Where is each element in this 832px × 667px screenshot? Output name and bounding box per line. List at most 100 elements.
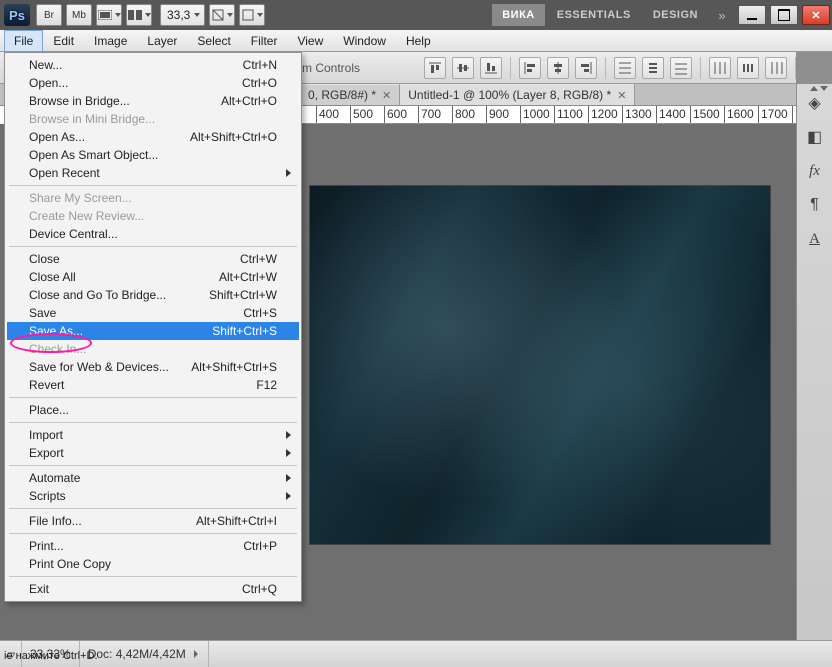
ruler-tick: 800 — [452, 106, 475, 124]
layers-panel-icon[interactable]: ◈ — [802, 90, 828, 116]
menu-item-check-in: Check In... — [7, 340, 299, 358]
menu-item-place[interactable]: Place... — [7, 401, 299, 419]
submenu-arrow-icon — [286, 449, 291, 457]
menu-bar: File Edit Image Layer Select Filter View… — [0, 30, 832, 52]
align-vcenter-icon[interactable] — [452, 57, 474, 79]
menu-item-close-all[interactable]: Close AllAlt+Ctrl+W — [7, 268, 299, 286]
align-left-icon[interactable] — [519, 57, 541, 79]
menu-item-new[interactable]: New...Ctrl+N — [7, 56, 299, 74]
minimize-button[interactable] — [738, 5, 766, 25]
distribute-right-icon[interactable] — [765, 57, 787, 79]
submenu-arrow-icon — [286, 492, 291, 500]
menu-item-print[interactable]: Print...Ctrl+P — [7, 537, 299, 555]
document-tab-1[interactable]: 0, RGB/8#) * ✕ — [300, 84, 400, 105]
distribute-hcenter-icon[interactable] — [737, 57, 759, 79]
menu-item-open-as-smart[interactable]: Open As Smart Object... — [7, 146, 299, 164]
menu-item-file-info[interactable]: File Info...Alt+Shift+Ctrl+I — [7, 512, 299, 530]
distribute-top-icon[interactable] — [614, 57, 636, 79]
menu-item-open[interactable]: Open...Ctrl+O — [7, 74, 299, 92]
menu-help[interactable]: Help — [396, 30, 441, 51]
menu-item-exit[interactable]: ExitCtrl+Q — [7, 580, 299, 598]
workspace-active[interactable]: ВИКА — [492, 4, 545, 26]
maximize-button[interactable] — [770, 5, 798, 25]
bridge-button[interactable]: Br — [36, 4, 62, 26]
menu-item-revert[interactable]: RevertF12 — [7, 376, 299, 394]
more-workspaces-icon[interactable]: » — [710, 8, 734, 23]
menu-item-import[interactable]: Import — [7, 426, 299, 444]
ruler-tick: 1000 — [520, 106, 550, 124]
distribute-vcenter-icon[interactable] — [642, 57, 664, 79]
arrange-docs-button[interactable] — [126, 4, 152, 26]
menu-window[interactable]: Window — [333, 30, 396, 51]
align-hcenter-icon[interactable] — [547, 57, 569, 79]
ruler-tick: 1700 — [758, 106, 788, 124]
document-tab-2[interactable]: Untitled-1 @ 100% (Layer 8, RGB/8) * ✕ — [400, 84, 635, 105]
dock-header — [796, 52, 832, 84]
menu-filter[interactable]: Filter — [241, 30, 288, 51]
ruler-tick: 1600 — [724, 106, 754, 124]
menu-item-save[interactable]: SaveCtrl+S — [7, 304, 299, 322]
menu-item-close-goto-bridge[interactable]: Close and Go To Bridge...Shift+Ctrl+W — [7, 286, 299, 304]
align-top-icon[interactable] — [424, 57, 446, 79]
menu-item-device-central[interactable]: Device Central... — [7, 225, 299, 243]
minibridge-button[interactable]: Mb — [66, 4, 92, 26]
paragraph-panel-icon[interactable]: ¶ — [802, 192, 828, 218]
menu-item-share-screen: Share My Screen... — [7, 189, 299, 207]
ruler-tick: 600 — [384, 106, 407, 124]
menu-item-export[interactable]: Export — [7, 444, 299, 462]
menu-select[interactable]: Select — [187, 30, 240, 51]
workspace-design[interactable]: DESIGN — [643, 4, 708, 26]
ruler-tick: 1500 — [690, 106, 720, 124]
ruler-tick: 500 — [350, 106, 373, 124]
status-doc-size[interactable]: Doc: 4,42M/4,42M — [80, 641, 209, 667]
file-menu-dropdown: New...Ctrl+N Open...Ctrl+O Browse in Bri… — [4, 52, 302, 602]
menu-item-scripts[interactable]: Scripts — [7, 487, 299, 505]
screen-mode-button[interactable] — [96, 4, 122, 26]
adjustments-panel-icon[interactable]: ◧ — [802, 124, 828, 150]
document-tab-2-label: Untitled-1 @ 100% (Layer 8, RGB/8) * — [408, 88, 611, 102]
styles-panel-icon[interactable]: fx — [802, 158, 828, 184]
zoom-dropdown[interactable]: 33,3 — [160, 4, 205, 26]
menu-item-save-as[interactable]: Save As...Shift+Ctrl+S — [7, 322, 299, 340]
close-window-button[interactable]: ✕ — [802, 5, 830, 25]
submenu-arrow-icon — [286, 474, 291, 482]
menu-item-print-one[interactable]: Print One Copy — [7, 555, 299, 573]
menu-item-automate[interactable]: Automate — [7, 469, 299, 487]
menu-item-browse-minibridge: Browse in Mini Bridge... — [7, 110, 299, 128]
ruler-tick: 1400 — [656, 106, 686, 124]
align-right-icon[interactable] — [575, 57, 597, 79]
submenu-arrow-icon — [286, 169, 291, 177]
ruler-tick: 1100 — [554, 106, 583, 124]
character-panel-icon[interactable]: A — [802, 226, 828, 252]
ps-logo: Ps — [4, 4, 30, 26]
menu-item-save-for-web[interactable]: Save for Web & Devices...Alt+Shift+Ctrl+… — [7, 358, 299, 376]
menu-edit[interactable]: Edit — [43, 30, 84, 51]
workspace-essentials[interactable]: ESSENTIALS — [547, 4, 641, 26]
status-bar: ▱ 33,33% Doc: 4,42M/4,42M — [0, 640, 832, 667]
panel-dock: ◈ ◧ fx ¶ A — [796, 84, 832, 640]
menu-item-open-recent[interactable]: Open Recent — [7, 164, 299, 182]
menu-layer[interactable]: Layer — [137, 30, 187, 51]
close-tab-2-icon[interactable]: ✕ — [617, 89, 626, 102]
ruler-tick: 1300 — [622, 106, 652, 124]
document-canvas[interactable] — [310, 186, 770, 544]
distribute-bottom-icon[interactable] — [670, 57, 692, 79]
menu-item-open-as[interactable]: Open As...Alt+Shift+Ctrl+O — [7, 128, 299, 146]
dock-collapse-icon[interactable] — [810, 86, 828, 91]
ruler-tick: 400 — [316, 106, 339, 124]
extras-button-1[interactable] — [209, 4, 235, 26]
menu-image[interactable]: Image — [84, 30, 137, 51]
distribute-left-icon[interactable] — [709, 57, 731, 79]
close-tab-1-icon[interactable]: ✕ — [382, 89, 391, 102]
menu-item-browse-bridge[interactable]: Browse in Bridge...Alt+Ctrl+O — [7, 92, 299, 110]
ruler-tick: 900 — [486, 106, 509, 124]
menu-item-close[interactable]: CloseCtrl+W — [7, 250, 299, 268]
ruler-tick: 1200 — [588, 106, 618, 124]
align-bottom-icon[interactable] — [480, 57, 502, 79]
options-label-fragment: m Controls — [302, 61, 360, 75]
menu-view[interactable]: View — [287, 30, 333, 51]
menu-file[interactable]: File — [4, 30, 43, 51]
extras-button-2[interactable] — [239, 4, 265, 26]
zoom-value: 33,3 — [167, 8, 190, 22]
document-tab-1-label: 0, RGB/8#) * — [308, 88, 376, 102]
